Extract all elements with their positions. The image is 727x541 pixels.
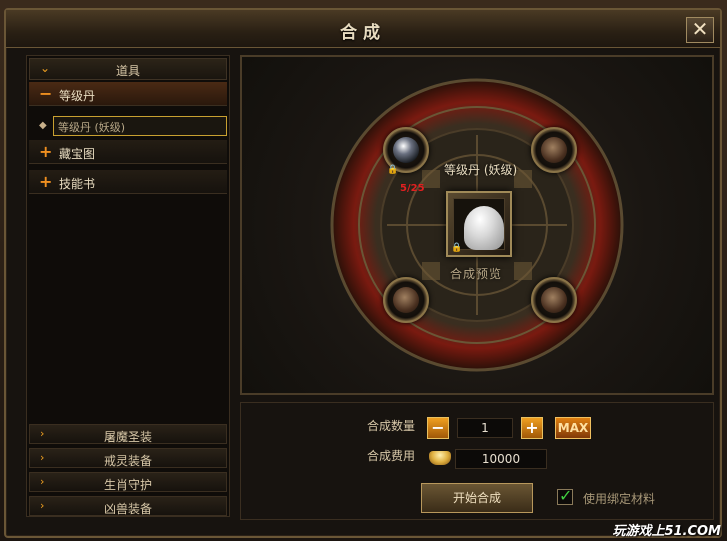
cost-label: 合成费用 (367, 449, 416, 463)
quantity-input[interactable]: 1 (457, 418, 513, 438)
sub-item-label: 等级丹 (妖级) (58, 121, 126, 134)
titlebar: 合成 ✕ (6, 10, 720, 48)
site-watermark: 玩游戏上51.COM (612, 524, 721, 539)
category-label: 生肖守护 (103, 478, 152, 492)
lock-icon: 🔒 (451, 243, 463, 253)
sub-item-level-pill-demon[interactable]: 等级丹 (妖级) (53, 116, 227, 136)
start-synthesis-button[interactable]: 开始合成 (421, 483, 533, 513)
category-label: 凶兽装备 (103, 502, 152, 516)
material-slot-bottom-left[interactable] (383, 277, 429, 323)
close-button[interactable]: ✕ (686, 17, 714, 43)
quantity-max-button[interactable]: MAX (555, 417, 591, 439)
tree-item-skill-book[interactable]: + 技能书 (29, 170, 227, 194)
tree-item-treasure-map[interactable]: + 藏宝图 (29, 140, 227, 164)
use-bound-materials-label: 使用绑定材料 (583, 492, 656, 506)
tree-item-label: 藏宝图 (59, 147, 96, 161)
quantity-increase-button[interactable]: + (521, 417, 543, 439)
beast-emblem-icon (541, 287, 567, 313)
category-ring-spirit-gear[interactable]: › 戒灵装备 (29, 448, 227, 468)
tree-item-label: 技能书 (59, 177, 96, 191)
synthesis-controls: 合成数量 − 1 + MAX 合成费用 10000 开始合成 ✓ 使用绑定材料 (240, 402, 714, 520)
lock-icon: 🔒 (387, 165, 399, 175)
use-bound-materials-checkbox[interactable]: ✓ (557, 486, 573, 505)
synthesis-window: 合成 ✕ ⌄ 道具 − 等级丹 ◆ 等级丹 (妖级) + 藏宝图 + 技能书 ›… (4, 8, 722, 538)
tree-item-level-pill[interactable]: − 等级丹 (29, 82, 227, 106)
category-label: 屠魔圣装 (103, 430, 152, 444)
category-header-label: 道具 (115, 64, 140, 78)
level-pill-icon (464, 206, 504, 250)
collapse-icon: − (39, 84, 53, 103)
cost-value: 10000 (455, 449, 547, 469)
material-count: 5/25 (400, 183, 425, 194)
checkmark-icon: ✓ (559, 486, 573, 505)
category-header-props[interactable]: ⌄ 道具 (29, 58, 227, 80)
quantity-decrease-button[interactable]: − (427, 417, 449, 439)
synthesis-stage: 🔒 5/25 等级丹 (妖级) 🔒 合成预览 (240, 55, 714, 395)
result-item-name: 等级丹 (妖级) (444, 163, 518, 177)
category-tumo-gear[interactable]: › 屠魔圣装 (29, 424, 227, 444)
category-panel: ⌄ 道具 − 等级丹 ◆ 等级丹 (妖级) + 藏宝图 + 技能书 › 屠魔圣装… (26, 55, 230, 517)
material-slot-bottom-right[interactable] (531, 277, 577, 323)
quantity-label: 合成数量 (367, 419, 416, 433)
category-label: 戒灵装备 (103, 454, 152, 468)
beast-emblem-icon (393, 287, 419, 313)
window-title: 合成 (340, 23, 386, 43)
material-slot-top-right[interactable] (531, 127, 577, 173)
category-zodiac-guard[interactable]: › 生肖守护 (29, 472, 227, 492)
expand-icon: + (39, 172, 53, 191)
material-gem-icon (393, 137, 419, 163)
category-beast-gear[interactable]: › 凶兽装备 (29, 496, 227, 516)
gold-ingot-icon (429, 451, 451, 465)
expand-icon: + (39, 142, 53, 161)
tree-item-label: 等级丹 (59, 89, 96, 103)
beast-emblem-icon (541, 137, 567, 163)
diamond-bullet-icon: ◆ (39, 120, 47, 131)
preview-label: 合成预览 (450, 267, 503, 281)
